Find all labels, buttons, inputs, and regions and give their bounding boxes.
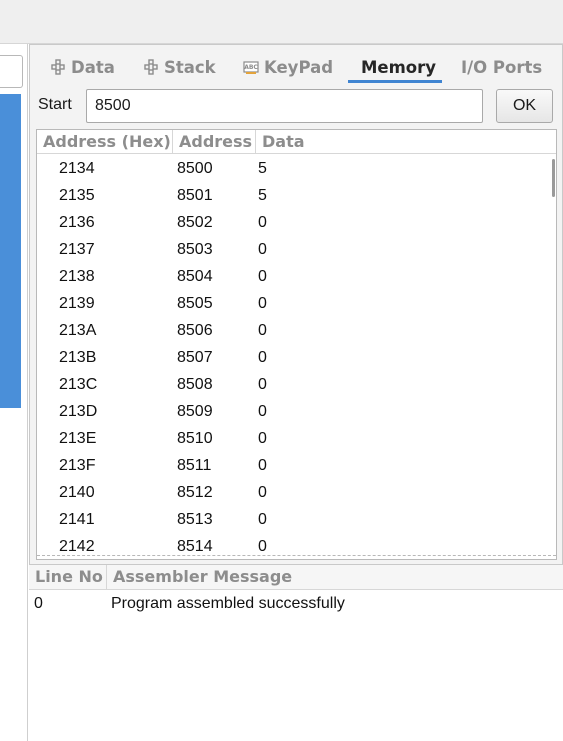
cell-address: 8504: [177, 267, 213, 285]
cell-data: 0: [258, 321, 267, 339]
scrollbar-thumb[interactable]: [552, 159, 555, 197]
cell-data: 0: [258, 375, 267, 393]
top-toolbar: [0, 0, 563, 44]
tab-io-ports[interactable]: I/O Ports: [461, 54, 542, 80]
cell-address: 8510: [177, 429, 213, 447]
tab-data-label: Data: [71, 57, 115, 77]
log-line-number: 0: [34, 595, 43, 612]
table-row[interactable]: 213E 8510 0: [37, 425, 556, 452]
table-row[interactable]: 213F 8511 0: [37, 452, 556, 479]
tab-stack-label: Stack: [164, 57, 216, 77]
cell-address-hex: 213E: [59, 429, 97, 447]
table-row[interactable]: 2141 8513 0: [37, 506, 556, 533]
cell-address-hex: 213B: [59, 348, 97, 366]
tab-memory-label: Memory: [361, 57, 437, 77]
table-row[interactable]: 2135 8501 5: [37, 182, 556, 209]
cell-address: 8500: [177, 159, 213, 177]
table-row[interactable]: 213D 8509 0: [37, 398, 556, 425]
log-row: 0 Program assembled successfully: [29, 592, 563, 616]
memory-table: Address (Hex) Address Data 2134 8500 5 2135…: [36, 129, 557, 560]
assembler-log: Line No Assembler Message 0 Program asse…: [29, 565, 563, 741]
memory-table-header: Address (Hex) Address Data: [37, 130, 556, 154]
cell-data: 0: [258, 456, 267, 474]
table-row[interactable]: 2136 8502 0: [37, 209, 556, 236]
cell-address-hex: 2138: [59, 267, 95, 285]
cell-address-hex: 2137: [59, 240, 95, 258]
cell-address-hex: 213C: [59, 375, 98, 393]
column-header-address-hex[interactable]: Address (Hex): [37, 130, 173, 154]
table-row[interactable]: 213A 8506 0: [37, 317, 556, 344]
log-message: Program assembled successfully: [111, 595, 345, 612]
column-header-address[interactable]: Address: [173, 130, 256, 154]
active-tab-indicator: [348, 80, 442, 83]
tab-memory[interactable]: Memory: [361, 54, 436, 80]
table-row[interactable]: 2137 8503 0: [37, 236, 556, 263]
start-label: Start: [38, 96, 72, 113]
svg-text:ABC: ABC: [244, 64, 258, 71]
table-bottom-edge: [37, 555, 556, 556]
cell-data: 0: [258, 510, 267, 528]
table-row[interactable]: 213C 8508 0: [37, 371, 556, 398]
cell-data: 0: [258, 429, 267, 447]
ok-button[interactable]: OK: [496, 89, 553, 123]
cell-data: 0: [258, 294, 267, 312]
cell-data: 5: [258, 159, 267, 177]
tab-keypad[interactable]: ABC KeyPad: [243, 54, 333, 80]
tab-stack[interactable]: Stack: [143, 54, 216, 80]
cell-address-hex: 2141: [59, 510, 95, 528]
tab-data[interactable]: Data: [50, 54, 115, 80]
left-input-field[interactable]: [0, 55, 23, 88]
cell-address: 8512: [177, 483, 213, 501]
cell-data: 0: [258, 213, 267, 231]
cell-address-hex: 2140: [59, 483, 95, 501]
memory-table-body: 2134 8500 5 2135 8501 5 2136 8502 0 2137 8503 0 2138…: [37, 155, 556, 559]
cell-address: 8508: [177, 375, 213, 393]
left-selection-highlight: [0, 94, 21, 408]
cell-address-hex: 2136: [59, 213, 95, 231]
cell-address: 8505: [177, 294, 213, 312]
table-row[interactable]: 213B 8507 0: [37, 344, 556, 371]
vertical-scrollbar[interactable]: [549, 155, 556, 555]
keypad-icon: ABC: [243, 61, 259, 74]
grid-icon: [51, 59, 65, 75]
cell-address: 8507: [177, 348, 213, 366]
cell-address-hex: 213A: [59, 321, 97, 339]
table-row[interactable]: 2138 8504 0: [37, 263, 556, 290]
start-address-input[interactable]: [86, 89, 483, 123]
cell-address-hex: 213D: [59, 402, 98, 420]
cell-address: 8502: [177, 213, 213, 231]
cell-data: 5: [258, 186, 267, 204]
cell-address-hex: 213F: [59, 456, 96, 474]
tab-keypad-label: KeyPad: [264, 57, 334, 77]
cell-address: 8503: [177, 240, 213, 258]
column-header-line-no[interactable]: Line No: [29, 565, 107, 590]
cell-address-hex: 2135: [59, 186, 95, 204]
cell-data: 0: [258, 537, 267, 555]
cell-data: 0: [258, 483, 267, 501]
tab-bar: Data Stack ABC KeyPad Memory I/O Ports: [30, 45, 563, 83]
cell-address: 8509: [177, 402, 213, 420]
cell-data: 0: [258, 267, 267, 285]
column-header-data[interactable]: Data: [256, 130, 556, 154]
cell-address: 8514: [177, 537, 213, 555]
table-row[interactable]: 2134 8500 5: [37, 155, 556, 182]
cell-address: 8501: [177, 186, 213, 204]
cell-data: 0: [258, 240, 267, 258]
cell-data: 0: [258, 348, 267, 366]
cell-address-hex: 2142: [59, 537, 95, 555]
tab-io-ports-label: I/O Ports: [461, 57, 543, 77]
log-header: Line No Assembler Message: [29, 565, 563, 590]
cell-address: 8506: [177, 321, 213, 339]
table-row[interactable]: 2140 8512 0: [37, 479, 556, 506]
cell-address: 8511: [177, 456, 212, 474]
cell-address-hex: 2139: [59, 294, 95, 312]
cell-address-hex: 2134: [59, 159, 95, 177]
table-row[interactable]: 2139 8505 0: [37, 290, 556, 317]
grid-icon: [144, 59, 158, 75]
cell-address: 8513: [177, 510, 213, 528]
cell-data: 0: [258, 402, 267, 420]
column-header-assembler-message[interactable]: Assembler Message: [107, 565, 563, 590]
simulator-panel: Data Stack ABC KeyPad Memory I/O Ports S…: [29, 44, 563, 565]
